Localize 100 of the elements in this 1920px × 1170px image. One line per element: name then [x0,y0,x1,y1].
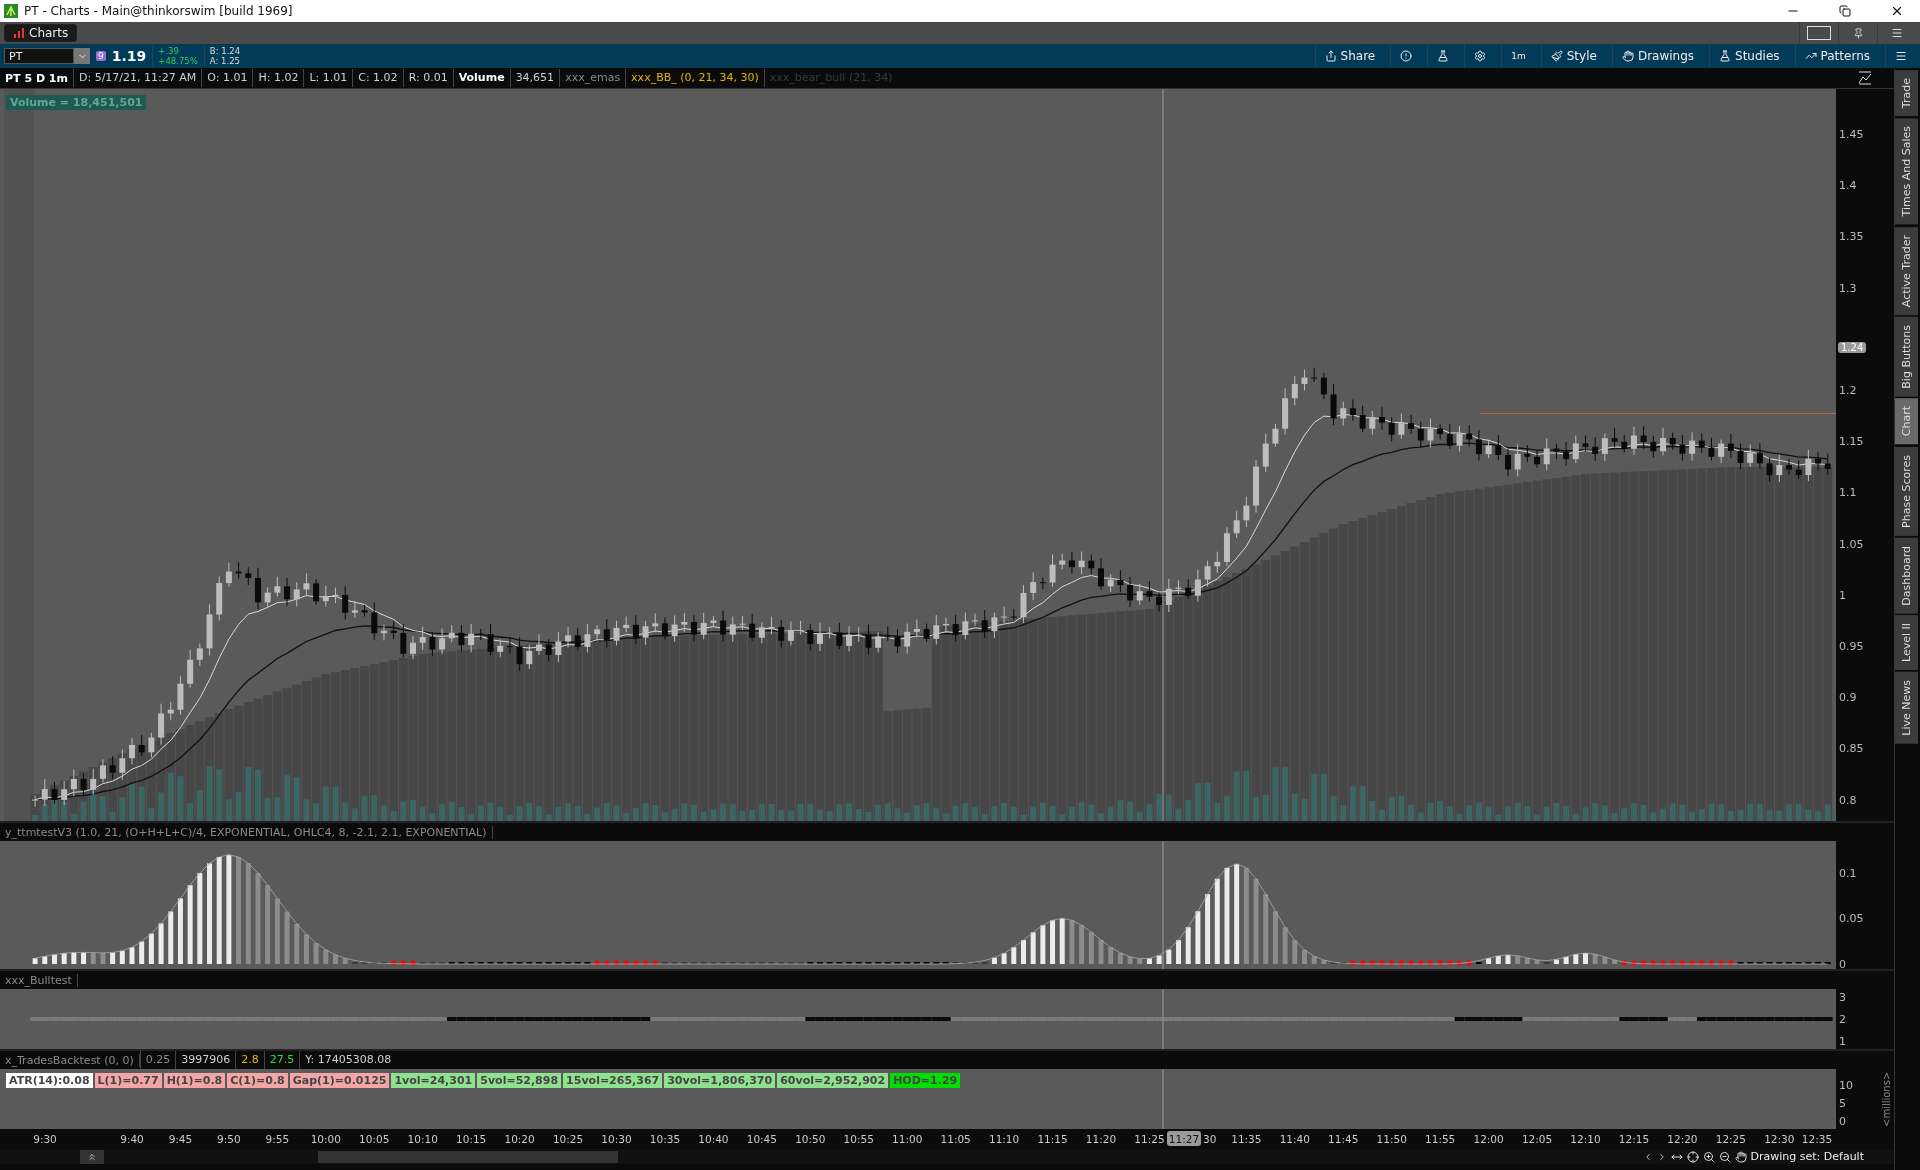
axis-label: 12:15 [1618,1133,1650,1145]
last-price: 1.19 [111,48,147,64]
stat-label: 5vol=52,898 [477,1073,562,1088]
header-cell: L: 1.01 [303,69,353,87]
axis-label: 11:15 [1037,1133,1068,1145]
crosshair-icon[interactable] [1686,1150,1699,1163]
chart-title: PT 5 D 1m [4,71,69,85]
axis-label: 12:35 [1801,1133,1833,1145]
volume-badge: Volume = 18,451,501 [6,95,147,110]
chevrons-up-icon [87,1151,97,1162]
stat-label: C(1)=0.8 [227,1073,288,1088]
header-cell: Volume [452,69,510,87]
expand-button[interactable] [80,1149,104,1164]
axis-label: 1 [1839,588,1846,602]
header-cell: xxx_emas [559,69,626,87]
study-label: xxx_Bulltest [0,973,78,987]
toolbar-button[interactable]: Studies [1709,45,1789,67]
axis-label: 10:55 [843,1133,874,1145]
axis-label: 12:05 [1521,1133,1553,1145]
net-change: +.39 [158,46,180,56]
chart-tab[interactable]: Charts [4,24,78,42]
axis-label: 1.3 [1839,281,1857,295]
axis-label: 0.8 [1839,793,1857,807]
axis-label: 12:30 [1764,1133,1795,1145]
zoom-out-icon[interactable] [1718,1150,1731,1163]
axis-label: 10:45 [746,1133,777,1145]
chart-mode-icon [1858,71,1872,85]
axis-label: 1.05 [1839,537,1864,551]
axis-label: 12:00 [1473,1133,1504,1145]
hand-icon[interactable] [1734,1150,1747,1163]
axis-label: 9:30 [33,1133,57,1145]
share-icon [1324,50,1337,62]
cursor-time-badge: 11:27 [1167,1131,1201,1146]
header-cell: H: 1.02 [252,69,304,87]
axis-label: 1.15 [1839,435,1864,449]
axis-label: 1 [1839,1035,1846,1048]
stat-label: 30vol=1,806,370 [664,1073,776,1088]
axis-label: 11:05 [940,1133,971,1145]
toolbar-button[interactable]: Patterns [1794,45,1879,67]
side-tab[interactable]: Dashboard [1895,537,1918,614]
axis-label: 10:00 [310,1133,341,1145]
side-tab[interactable]: Chart [1895,398,1918,445]
price-badge: 1.24 [1838,342,1867,354]
timeframe-button[interactable]: 1m [1501,45,1535,67]
header-cell: R: 0.01 [402,69,453,87]
axis-label: 0.85 [1839,742,1864,756]
side-tab[interactable]: Times And Sales [1895,118,1918,225]
cursor-line [1162,989,1164,1049]
stat-label: H(1)=0.8 [163,1073,226,1088]
axis-label: 3 [1839,991,1846,1004]
bid-price: B: 1.24 [209,46,241,56]
header-cell: xxx_BB_ (0, 21, 34, 30) [625,69,764,87]
stat-label: Gap(1)=0.0125 [289,1073,390,1088]
axis-label: 10:40 [698,1133,729,1145]
stat-label: 15vol=265,367 [563,1073,663,1088]
percent-change: +48.75% [158,56,198,66]
axis-label: 11:25 [1134,1133,1165,1145]
side-tab[interactable]: Phase Scores [1895,446,1918,536]
toolbar-button[interactable]: Share [1314,45,1385,67]
axis-label: 1.35 [1839,230,1864,244]
axis-label: 11:45 [1328,1133,1359,1145]
axis-label: 0 [1839,958,1846,969]
axis-label: 9:50 [217,1133,241,1145]
side-tab[interactable]: Big Buttons [1895,316,1918,397]
toolbar-button[interactable]: Drawings [1611,45,1704,67]
bar-chart-icon [13,28,25,38]
side-tab[interactable]: Trade [1895,70,1918,117]
axis-label: 9:40 [120,1133,144,1145]
side-tab[interactable]: Live News [1895,672,1918,744]
axis-label: 0.1 [1839,867,1857,880]
header-cell: 34,651 [509,69,560,87]
stat-label: L(1)=0.77 [94,1073,162,1088]
header-cell: D: 5/17/21, 11:27 AM [72,69,202,87]
axis-label: 11:00 [892,1133,923,1145]
stat-label: 1vol=24,301 [391,1073,476,1088]
axis-label: 1.4 [1839,179,1857,193]
axis-unit: <millions> [1881,1071,1892,1127]
axis-label: 0 [1839,1115,1846,1128]
hand-icon [1621,50,1634,62]
stat-label: 60vol=2,952,902 [777,1073,889,1088]
zoom-in-icon[interactable] [1702,1150,1715,1163]
side-tab[interactable]: Active Trader [1895,226,1918,315]
axis-label: 2 [1839,1013,1846,1026]
brush-icon [1550,50,1563,62]
study-label: x_TradesBacktest (0, 0) [0,1053,140,1067]
axis-label: 10:10 [407,1133,438,1145]
symbol-field[interactable]: PT [4,48,74,64]
link-badge[interactable]: 9 [96,51,106,61]
trend-icon [1804,50,1817,62]
axis-label: 9:55 [265,1133,290,1145]
window-title: PT - Charts - Main@thinkorswim [build 1969] [24,4,294,18]
axis-label: 11:55 [1425,1133,1456,1145]
header-cell: C: 1.02 [352,69,403,87]
header-cell: O: 1.01 [201,69,253,87]
toolbar-button[interactable]: Style [1540,45,1606,67]
axis-label: 30 [1203,1133,1217,1145]
drawing-set-label: Drawing set: Default [1750,1150,1864,1163]
app-logo-icon [4,4,18,18]
side-tab[interactable]: Level II [1895,615,1918,671]
stat-label: ATR(14):0.08 [6,1073,93,1088]
